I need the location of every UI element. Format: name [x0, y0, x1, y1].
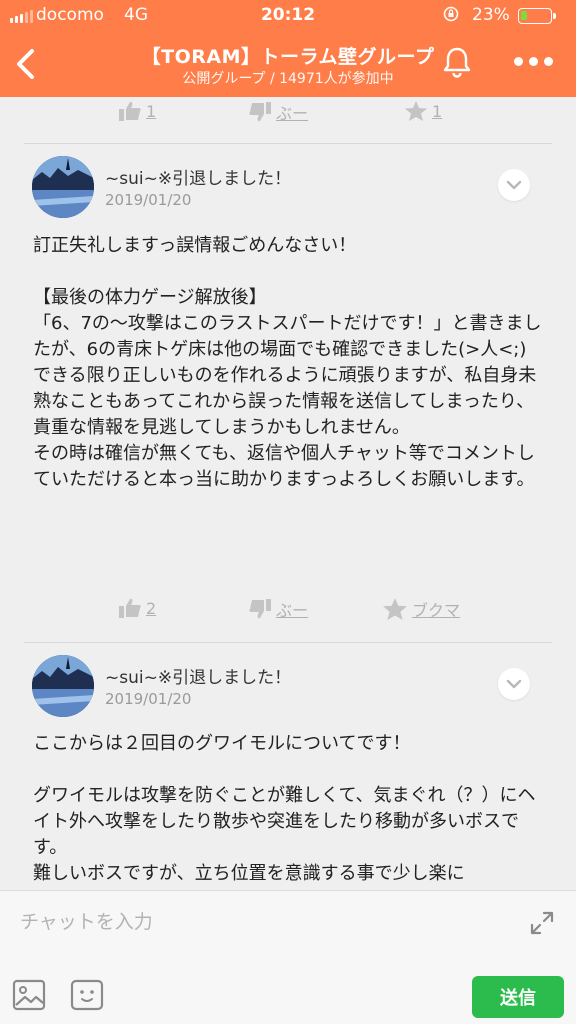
thumbs-down-icon [249, 599, 271, 619]
battery-icon [518, 8, 556, 24]
bookmark-label: ブクマ [412, 601, 461, 620]
boo-button[interactable]: ぶー [248, 100, 308, 124]
thumbs-down-icon [249, 102, 271, 122]
avatar[interactable] [32, 156, 94, 218]
post-reactions: 2 ぶー ブクマ [0, 597, 576, 631]
chat-input[interactable] [0, 891, 576, 953]
battery-level [521, 11, 527, 20]
boo-label: ぶー [276, 601, 309, 620]
image-icon[interactable] [12, 979, 46, 1011]
bookmark-button[interactable]: ブクマ [382, 597, 460, 621]
status-bar: docomo 4G 20:12 23% [0, 0, 576, 32]
group-subtitle: 公開グループ / 14971人が参加中 [182, 71, 394, 87]
chevron-down-icon [506, 679, 522, 689]
thumbs-up-icon [119, 101, 141, 121]
post-card: ~sui~※引退しました！ 2019/01/20 訂正失礼しますっ誤情報ごめんな… [0, 144, 576, 644]
post-card: ~sui~※引退しました！ 2019/01/20 ここからは２回目のグワイモルに… [0, 643, 576, 890]
more-icon[interactable] [514, 57, 554, 69]
star-button[interactable]: 1 [404, 100, 442, 122]
battery-percent: 23% [472, 5, 510, 25]
expand-icon[interactable] [528, 909, 556, 937]
post-menu-button[interactable] [498, 169, 530, 201]
star-count: 1 [432, 101, 443, 121]
group-title: 【TORAM】トーラム壁グループ [141, 46, 435, 68]
previous-post-reactions: 1 ぶー 1 [0, 100, 576, 134]
send-button[interactable]: 送信 [472, 976, 564, 1018]
post-date: 2019/01/20 [105, 690, 192, 708]
top-bar: docomo 4G 20:12 23% 【TORAM】トーラム壁グループ 公開グ… [0, 0, 576, 97]
boo-button[interactable]: ぶー [248, 597, 308, 621]
post-date: 2019/01/20 [105, 191, 192, 209]
emoji-icon[interactable] [70, 979, 104, 1011]
like-count: 1 [146, 101, 157, 121]
post-author[interactable]: ~sui~※引退しました！ [105, 164, 291, 189]
star-icon [383, 598, 407, 620]
like-button[interactable]: 1 [118, 100, 156, 122]
avatar[interactable] [32, 655, 94, 717]
post-body: 訂正失礼しますっ誤情報ごめんなさい！ 【最後の体力ゲージ解放後】 「6、7の〜攻… [33, 235, 542, 490]
rotation-lock-icon [443, 6, 459, 26]
bell-icon[interactable] [440, 45, 474, 79]
group-header: 【TORAM】トーラム壁グループ 公開グループ / 14971人が参加中 [0, 32, 576, 97]
post-body: ここからは２回目のグワイモルについてです！ グワイモルは攻撃を防ぐことが難しくて… [33, 733, 536, 884]
boo-label: ぶー [276, 104, 309, 123]
like-button[interactable]: 2 [118, 597, 156, 619]
star-icon [405, 101, 427, 121]
thumbs-up-icon [119, 598, 141, 618]
post-author[interactable]: ~sui~※引退しました！ [105, 663, 291, 688]
post-menu-button[interactable] [498, 668, 530, 700]
like-count: 2 [146, 598, 157, 618]
post-feed[interactable]: 1 ぶー 1 ~sui~※引退しました！ 2019/01/20 訂正失礼しますっ… [0, 97, 576, 890]
chevron-down-icon [506, 180, 522, 190]
chat-composer: 送信 [0, 890, 576, 1024]
